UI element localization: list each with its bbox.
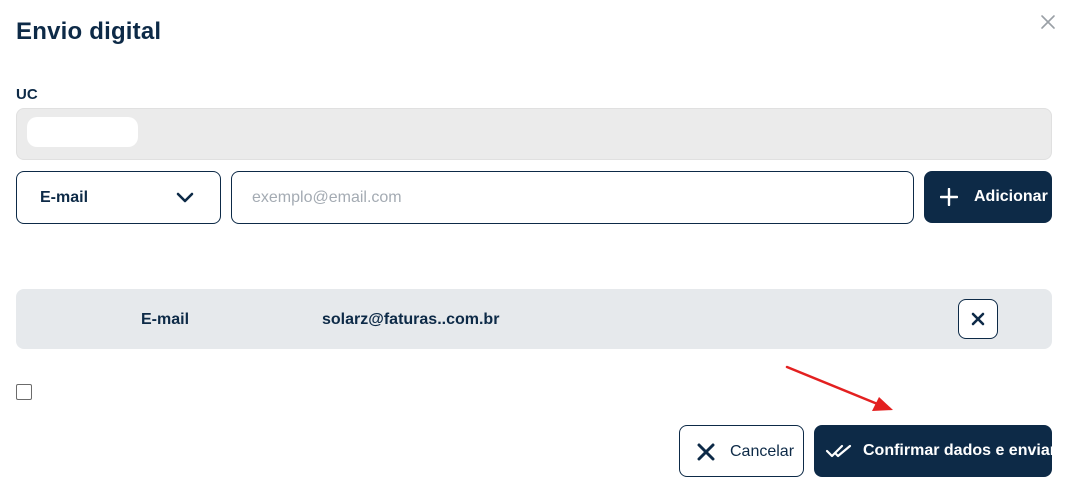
dialog-title: Envio digital [16,18,162,45]
contact-row-value: solarz@faturas..com.br [322,311,500,328]
confirm-send-button-label: Confirmar dados e enviar [863,442,1056,459]
add-button[interactable]: Adicionar [924,171,1052,223]
cancel-button-label: Cancelar [730,443,795,460]
add-button-label: Adicionar [974,188,1048,205]
close-icon [971,312,985,326]
confirm-send-button[interactable]: Confirmar dados e enviar [814,425,1056,477]
close-icon [697,443,715,461]
email-input[interactable] [231,171,914,224]
annotation-arrow [785,365,893,411]
contact-type-select[interactable]: E-mail [16,171,221,224]
contact-row: E-mail solarz@faturas..com.br [16,289,1052,349]
uc-label: UC [16,86,38,103]
uc-field [16,108,1052,160]
chevron-down-icon [176,192,194,204]
close-icon[interactable] [1038,12,1058,32]
uc-chip [27,117,138,147]
cancel-button[interactable]: Cancelar [679,425,804,477]
contact-row-type: E-mail [141,311,190,328]
remove-contact-button[interactable] [958,299,998,339]
contact-type-value: E-mail [40,189,89,206]
confirm-checkbox[interactable] [16,384,32,400]
double-check-icon [825,443,853,459]
plus-icon [940,188,958,206]
